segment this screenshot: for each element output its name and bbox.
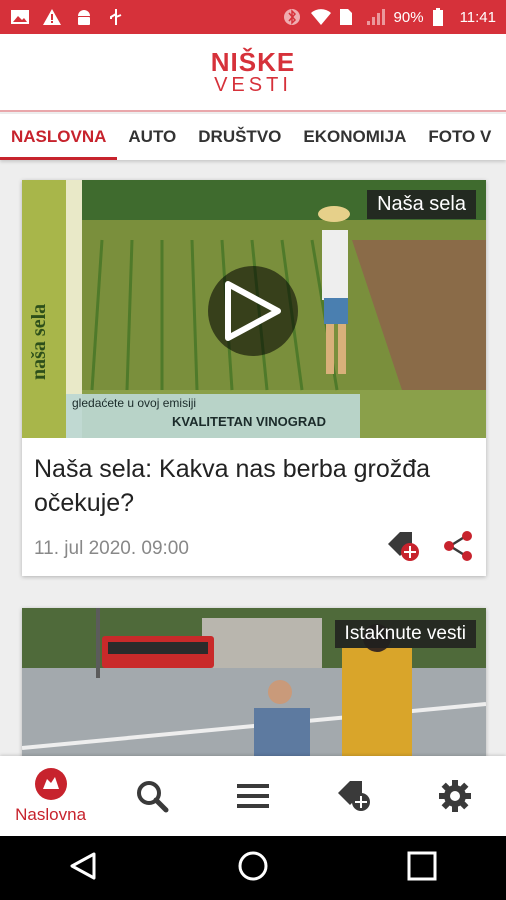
category-tabs: NASLOVNA AUTO DRUŠTVO EKONOMIJA FOTO V <box>0 114 506 160</box>
home-icon[interactable] <box>237 850 269 887</box>
overlay-caption: gledaćete u ovoj emisiji <box>72 396 197 410</box>
overlay-subject: KVALITETAN VINOGRAD <box>172 414 327 429</box>
warning-icon <box>42 8 62 26</box>
bookmark-icon <box>338 781 371 811</box>
usb-icon <box>106 8 126 26</box>
nav-menu[interactable] <box>208 756 298 836</box>
wifi-icon <box>310 8 331 26</box>
share-icon[interactable] <box>442 530 474 567</box>
article-title[interactable]: Naša sela: Kakva nas berba grožđa očekuj… <box>22 438 486 520</box>
article-actions <box>386 530 474 567</box>
nav-settings[interactable] <box>410 756 500 836</box>
status-right: 90% 11:41 <box>282 8 496 26</box>
back-icon[interactable] <box>68 850 100 887</box>
bookmark-add-icon[interactable] <box>386 530 420 567</box>
category-badge: Naša sela <box>367 190 476 219</box>
search-icon <box>136 781 169 813</box>
nav-home-label: Naslovna <box>15 805 87 824</box>
tab-drustvo[interactable]: DRUŠTVO <box>187 114 292 160</box>
nav-search[interactable] <box>107 756 197 836</box>
side-overlay-text: naša sela <box>28 303 50 380</box>
tab-foto[interactable]: FOTO V <box>417 114 502 160</box>
play-button[interactable] <box>208 266 298 356</box>
logo-icon <box>34 768 67 800</box>
status-left <box>10 8 126 26</box>
play-icon <box>225 281 281 341</box>
article-card[interactable]: Istaknute vesti <box>22 608 486 768</box>
article-thumbnail[interactable]: Istaknute vesti <box>22 608 486 768</box>
status-bar: 90% 11:41 <box>0 0 506 34</box>
tab-naslovna[interactable]: NASLOVNA <box>0 114 118 160</box>
article-thumbnail[interactable]: naša sela gledaćete u ovoj emisiji KVALI… <box>22 180 486 438</box>
gallery-icon <box>10 8 30 26</box>
bottom-nav: Naslovna <box>0 756 506 836</box>
article-card[interactable]: naša sela gledaćete u ovoj emisiji KVALI… <box>22 180 486 576</box>
recents-icon[interactable] <box>406 850 438 887</box>
category-badge: Istaknute vesti <box>334 620 476 648</box>
signal-icon <box>366 8 386 26</box>
battery-icon <box>432 8 452 26</box>
battery-percent: 90% <box>393 8 424 26</box>
article-meta: 11. jul 2020. 09:00 <box>22 520 486 567</box>
sim-icon <box>338 8 358 26</box>
nav-bookmarks[interactable] <box>309 756 399 836</box>
app-logo[interactable]: NIŠKE VESTI <box>211 49 295 95</box>
android-icon <box>74 8 94 26</box>
gear-icon <box>439 780 472 812</box>
tab-auto[interactable]: AUTO <box>117 114 187 160</box>
menu-icon <box>236 784 269 808</box>
logo-bottom: VESTI <box>214 74 292 96</box>
bluetooth-icon <box>282 8 302 26</box>
app-header: NIŠKE VESTI <box>0 34 506 112</box>
clock: 11:41 <box>459 8 496 26</box>
system-nav-bar <box>0 836 506 900</box>
tab-ekonomija[interactable]: EKONOMIJA <box>292 114 417 160</box>
article-date: 11. jul 2020. 09:00 <box>34 537 189 559</box>
logo-top: NIŠKE <box>210 47 296 77</box>
nav-home[interactable]: Naslovna <box>6 756 96 836</box>
